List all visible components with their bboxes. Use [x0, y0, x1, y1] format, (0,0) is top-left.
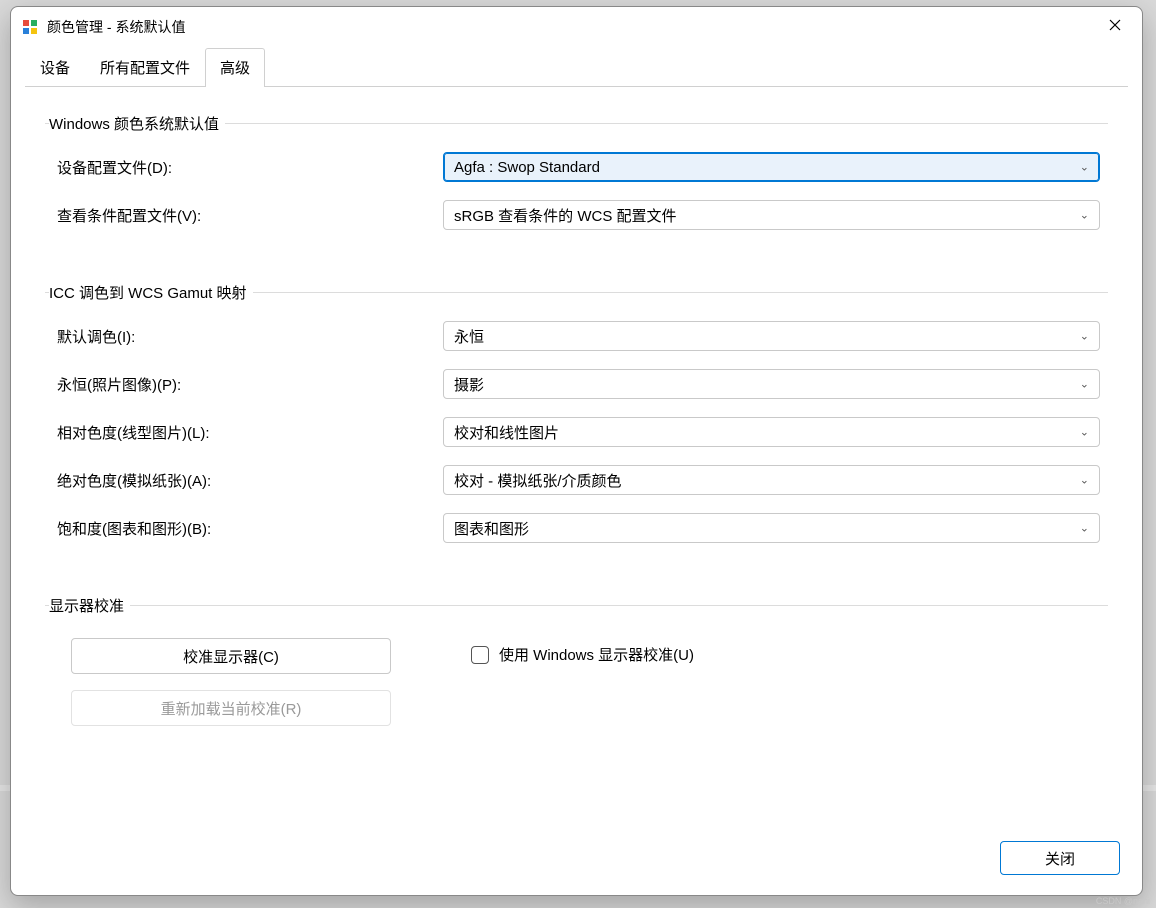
dialog-footer: 关闭 — [11, 825, 1142, 895]
saturation-label: 饱和度(图表和图形)(B): — [53, 518, 433, 539]
saturation-combo[interactable]: 图表和图形 ⌄ — [443, 513, 1100, 543]
perceptual-combo[interactable]: 摄影 ⌄ — [443, 369, 1100, 399]
relative-colorimetric-combo[interactable]: 校对和线性图片 ⌄ — [443, 417, 1100, 447]
group-display-calibration-legend: 显示器校准 — [49, 595, 130, 616]
checkbox-icon — [471, 646, 489, 664]
chevron-down-icon: ⌄ — [1080, 161, 1089, 174]
perceptual-label: 永恒(照片图像)(P): — [53, 374, 433, 395]
viewing-conditions-label: 查看条件配置文件(V): — [53, 205, 433, 226]
absolute-colorimetric-combo[interactable]: 校对 - 模拟纸张/介质颜色 ⌄ — [443, 465, 1100, 495]
absolute-colorimetric-value: 校对 - 模拟纸张/介质颜色 — [454, 470, 622, 491]
tab-all-profiles[interactable]: 所有配置文件 — [85, 48, 205, 87]
app-icon — [21, 18, 39, 36]
close-icon — [1109, 19, 1121, 35]
use-windows-calibration-checkbox[interactable]: 使用 Windows 显示器校准(U) — [471, 638, 694, 665]
window-title: 颜色管理 - 系统默认值 — [47, 17, 185, 37]
chevron-down-icon: ⌄ — [1080, 330, 1089, 343]
perceptual-value: 摄影 — [454, 374, 484, 395]
default-intent-label: 默认调色(I): — [53, 326, 433, 347]
group-gamut-mapping-legend: ICC 调色到 WCS Gamut 映射 — [49, 282, 253, 303]
use-windows-calibration-label: 使用 Windows 显示器校准(U) — [499, 644, 694, 665]
default-intent-value: 永恒 — [454, 326, 484, 347]
device-profile-value: Agfa : Swop Standard — [454, 159, 600, 176]
chevron-down-icon: ⌄ — [1080, 378, 1089, 391]
color-management-window: 颜色管理 - 系统默认值 设备 所有配置文件 高级 Windows 颜色系统默认… — [10, 6, 1143, 896]
titlebar: 颜色管理 - 系统默认值 — [11, 7, 1142, 47]
device-profile-label: 设备配置文件(D): — [53, 157, 433, 178]
relative-colorimetric-label: 相对色度(线型图片)(L): — [53, 422, 433, 443]
saturation-value: 图表和图形 — [454, 518, 529, 539]
group-gamut-mapping: ICC 调色到 WCS Gamut 映射 默认调色(I): 永恒 ⌄ 永恒(照片… — [45, 282, 1108, 567]
absolute-colorimetric-label: 绝对色度(模拟纸张)(A): — [53, 470, 433, 491]
watermark-text: CSDN @nani — [1096, 896, 1150, 906]
chevron-down-icon: ⌄ — [1080, 522, 1089, 535]
chevron-down-icon: ⌄ — [1080, 474, 1089, 487]
advanced-panel: Windows 颜色系统默认值 设备配置文件(D): Agfa : Swop S… — [25, 86, 1128, 825]
calibrate-display-button[interactable]: 校准显示器(C) — [71, 638, 391, 674]
chevron-down-icon: ⌄ — [1080, 209, 1089, 222]
close-dialog-button[interactable]: 关闭 — [1000, 841, 1120, 875]
group-windows-defaults-legend: Windows 颜色系统默认值 — [49, 113, 225, 134]
tab-advanced[interactable]: 高级 — [205, 48, 265, 87]
chevron-down-icon: ⌄ — [1080, 426, 1089, 439]
tab-devices[interactable]: 设备 — [25, 48, 85, 87]
default-intent-combo[interactable]: 永恒 ⌄ — [443, 321, 1100, 351]
group-windows-defaults: Windows 颜色系统默认值 设备配置文件(D): Agfa : Swop S… — [45, 113, 1108, 254]
device-profile-combo[interactable]: Agfa : Swop Standard ⌄ — [443, 152, 1100, 182]
reload-calibration-button[interactable]: 重新加载当前校准(R) — [71, 690, 391, 726]
tab-strip: 设备 所有配置文件 高级 — [11, 47, 1142, 86]
viewing-conditions-value: sRGB 查看条件的 WCS 配置文件 — [454, 205, 677, 226]
group-display-calibration: 显示器校准 校准显示器(C) 重新加载当前校准(R) 使用 Windows 显示… — [45, 595, 1108, 732]
viewing-conditions-combo[interactable]: sRGB 查看条件的 WCS 配置文件 ⌄ — [443, 200, 1100, 230]
relative-colorimetric-value: 校对和线性图片 — [454, 422, 559, 443]
close-button[interactable] — [1092, 11, 1138, 43]
